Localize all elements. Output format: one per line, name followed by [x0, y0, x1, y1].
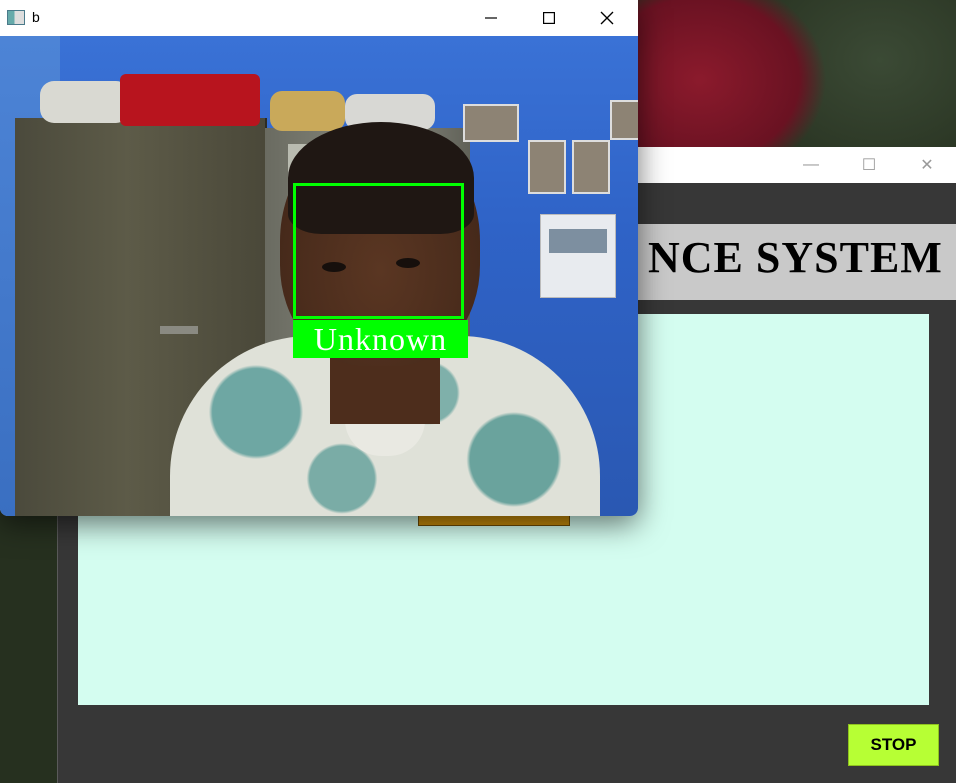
face-label: Unknown: [293, 320, 468, 358]
face-detection-box: [293, 183, 464, 319]
wall-photo: [528, 140, 566, 194]
bag: [40, 81, 130, 123]
app-heading: NCE SYSTEM: [648, 233, 943, 282]
wall-photo: [463, 104, 519, 142]
wall-photo: [572, 140, 610, 194]
wall-photo: [610, 100, 638, 140]
wall-calendar: [540, 214, 616, 298]
minimize-icon: [485, 17, 497, 19]
maximize-icon: [543, 12, 555, 24]
camera-titlebar[interactable]: b: [0, 0, 638, 36]
cupboard-handle: [160, 326, 198, 334]
camera-window: b Unknown: [0, 0, 638, 516]
minimize-button[interactable]: —: [782, 147, 840, 183]
stop-button[interactable]: STOP: [848, 724, 939, 766]
window-title: b: [32, 9, 40, 25]
close-button[interactable]: [578, 0, 636, 36]
minimize-button[interactable]: [462, 0, 520, 36]
red-suitcase: [120, 74, 260, 126]
maximize-button[interactable]: ☐: [840, 147, 898, 183]
maximize-button[interactable]: [520, 0, 578, 36]
app-icon: [7, 10, 25, 25]
close-button[interactable]: ✕: [898, 147, 956, 183]
close-icon: [600, 11, 614, 25]
bag: [270, 91, 345, 131]
